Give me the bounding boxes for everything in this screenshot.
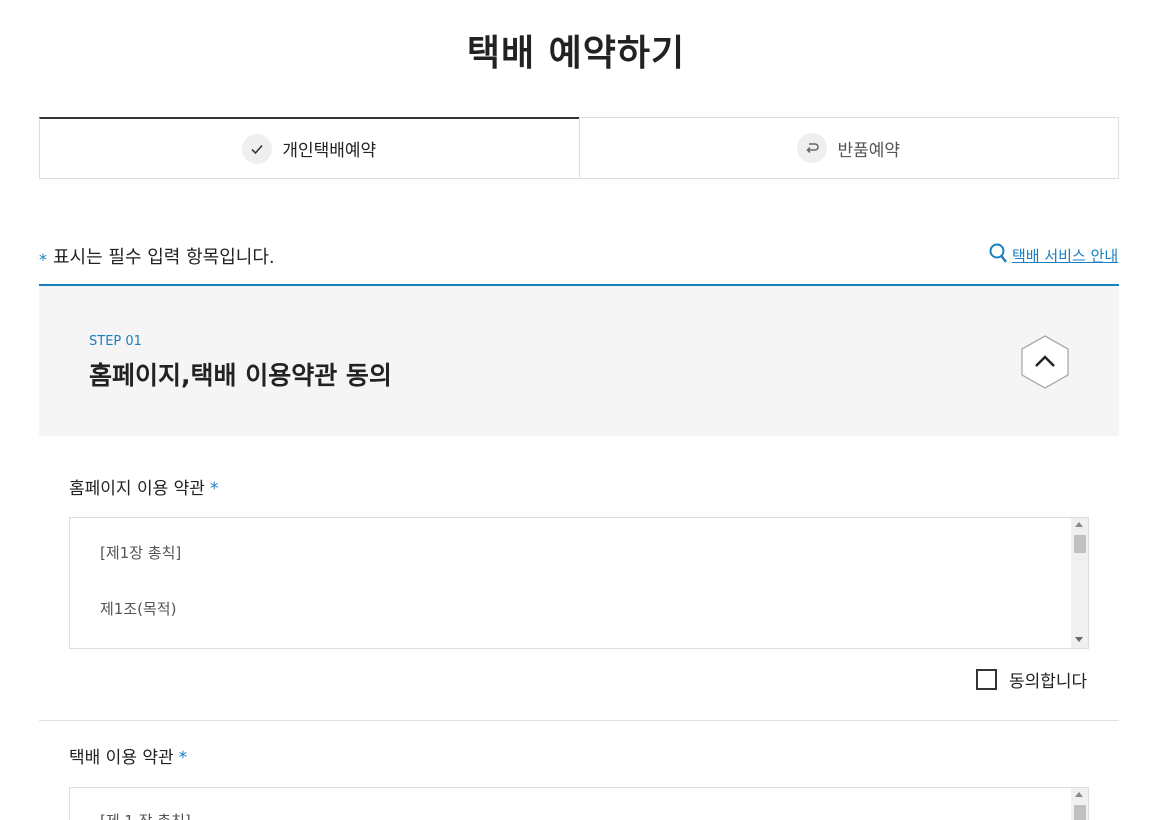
parcel-terms-title: 택배 이용 약관 <box>69 748 174 768</box>
scroll-up-arrow-icon[interactable] <box>1075 792 1083 797</box>
reservation-tabs: 개인택배예약 반품예약 <box>39 117 1119 179</box>
homepage-terms-box[interactable]: [제1장 총칙] 제1조(목적) <box>69 517 1089 649</box>
scrollbar[interactable] <box>1071 788 1088 820</box>
homepage-terms-label: 홈페이지 이용 약관 * <box>69 474 218 499</box>
chevron-up-icon <box>1021 335 1069 389</box>
terms-line: [제 1 장 총칙] <box>100 810 191 820</box>
return-arrow-icon <box>797 133 828 163</box>
section-divider <box>39 720 1119 721</box>
page-title: 택배 예약하기 <box>466 33 686 74</box>
guide-link-label: 택배 서비스 안내 <box>1012 246 1119 265</box>
step-title: 홈페이지,택배 이용약관 동의 <box>89 361 392 390</box>
scroll-up-arrow-icon[interactable] <box>1075 522 1083 527</box>
scroll-thumb[interactable] <box>1074 535 1086 553</box>
agree-checkbox[interactable] <box>976 669 997 690</box>
homepage-terms-agree[interactable]: 동의합니다 <box>976 667 1087 692</box>
required-note: * 표시는 필수 입력 항목입니다. <box>39 243 275 269</box>
step-number: STEP 01 <box>89 334 142 349</box>
tab-return[interactable]: 반품예약 <box>578 117 1119 179</box>
required-note-text: 표시는 필수 입력 항목입니다. <box>53 247 275 268</box>
tab-personal-parcel-label: 개인택배예약 <box>282 141 377 161</box>
agree-label: 동의합니다 <box>1009 672 1088 692</box>
parcel-service-guide-link[interactable]: 택배 서비스 안내 <box>988 242 1118 268</box>
tab-personal-parcel[interactable]: 개인택배예약 <box>39 117 579 179</box>
step-header: STEP 01 홈페이지,택배 이용약관 동의 <box>39 284 1119 436</box>
magnifier-icon <box>988 242 1008 268</box>
terms-line: 제1조(목적) <box>100 600 177 618</box>
required-marker: * <box>39 250 47 269</box>
scrollbar[interactable] <box>1071 518 1088 648</box>
terms-line: [제1장 총칙] <box>100 544 182 562</box>
required-marker: * <box>178 748 188 768</box>
collapse-button[interactable] <box>1019 334 1071 390</box>
homepage-terms-title: 홈페이지 이용 약관 <box>69 479 205 499</box>
scroll-down-arrow-icon[interactable] <box>1075 637 1083 642</box>
parcel-terms-label: 택배 이용 약관 * <box>69 743 187 768</box>
scroll-thumb[interactable] <box>1074 805 1086 820</box>
tab-return-label: 반품예약 <box>837 140 901 161</box>
check-icon <box>242 133 273 164</box>
required-marker: * <box>209 479 219 499</box>
parcel-terms-box[interactable]: [제 1 장 총칙] <box>69 787 1089 820</box>
